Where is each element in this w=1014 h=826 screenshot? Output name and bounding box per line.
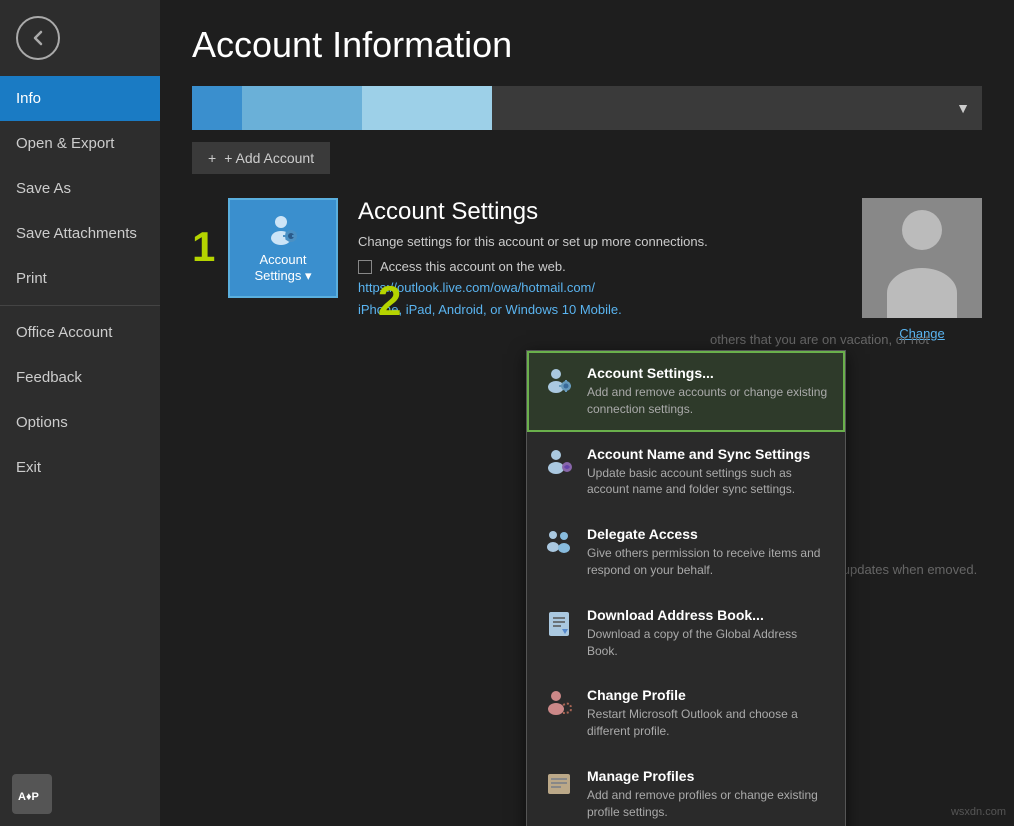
menu-item-manage-profiles[interactable]: Manage Profiles Add and remove profiles … — [527, 754, 845, 826]
step-1-number: 1 — [192, 226, 222, 268]
manage-profiles-desc: Add and remove profiles or change existi… — [587, 787, 829, 821]
sidebar-nav: Info Open & Export Save As Save Attachme… — [0, 76, 160, 762]
sidebar-item-save-as[interactable]: Save As — [0, 166, 160, 211]
access-row: Access this account on the web. — [358, 259, 862, 274]
add-account-label: + Add Account — [224, 150, 314, 166]
app-logo: A♦P — [12, 774, 52, 814]
watermark: wsxdn.com — [951, 806, 1006, 818]
access-web-checkbox[interactable] — [358, 260, 372, 274]
sidebar: Info Open & Export Save As Save Attachme… — [0, 0, 160, 826]
page-title: Account Information — [192, 24, 982, 66]
menu-item-account-settings[interactable]: Account Settings... Add and remove accou… — [527, 351, 845, 432]
account-settings-button[interactable]: AccountSettings ▾ — [228, 198, 338, 298]
download-address-book-icon — [543, 607, 575, 639]
download-address-book-text: Download Address Book... Download a copy… — [587, 607, 829, 660]
account-settings-menu-icon — [543, 365, 575, 397]
add-account-plus-icon: + — [208, 150, 216, 166]
change-profile-desc: Restart Microsoft Outlook and choose a d… — [587, 706, 829, 740]
account-settings-menu-text: Account Settings... Add and remove accou… — [587, 365, 829, 418]
sidebar-item-save-attachments[interactable]: Save Attachments — [0, 211, 160, 256]
account-name-sync-title: Account Name and Sync Settings — [587, 446, 829, 462]
account-settings-btn-label: AccountSettings ▾ — [254, 252, 311, 283]
sidebar-item-office-account[interactable]: Office Account — [0, 310, 160, 355]
sidebar-divider — [0, 305, 160, 306]
add-account-button[interactable]: + + Add Account — [192, 142, 330, 174]
profile-body — [887, 268, 957, 318]
dropdown-container: 2 Account Setting — [378, 250, 414, 322]
account-settings-menu-desc: Add and remove accounts or change existi… — [587, 384, 829, 418]
manage-profiles-icon — [543, 768, 575, 800]
back-button[interactable] — [8, 8, 68, 68]
manage-profiles-title: Manage Profiles — [587, 768, 829, 784]
account-settings-section: 1 — [192, 198, 982, 341]
sidebar-bottom: A♦P — [0, 762, 160, 826]
profile-head — [902, 210, 942, 250]
sidebar-item-print[interactable]: Print — [0, 256, 160, 301]
sidebar-item-exit[interactable]: Exit — [0, 445, 160, 490]
profile-picture — [862, 198, 982, 318]
account-color-blocks — [192, 86, 492, 130]
menu-item-download-address-book[interactable]: Download Address Book... Download a copy… — [527, 593, 845, 674]
account-dropdown[interactable]: ▼ — [492, 86, 982, 130]
svg-text:A♦P: A♦P — [18, 791, 39, 803]
change-profile-icon — [543, 687, 575, 719]
delegate-access-title: Delegate Access — [587, 526, 829, 542]
sidebar-item-open-export[interactable]: Open & Export — [0, 121, 160, 166]
delegate-access-desc: Give others permission to receive items … — [587, 545, 829, 579]
back-circle-icon — [16, 16, 60, 60]
color-block-1 — [192, 86, 242, 130]
account-name-sync-text: Account Name and Sync Settings Update ba… — [587, 446, 829, 499]
outlook-link[interactable]: https://outlook.live.com/owa/hotmail.com… — [358, 280, 862, 295]
dropdown-arrow-icon: ▼ — [956, 100, 970, 116]
account-name-sync-desc: Update basic account settings such as ac… — [587, 465, 829, 499]
menu-item-change-profile[interactable]: Change Profile Restart Microsoft Outlook… — [527, 673, 845, 754]
download-address-book-desc: Download a copy of the Global Address Bo… — [587, 626, 829, 660]
account-settings-icon — [265, 212, 301, 248]
account-settings-desc: Change settings for this account or set … — [358, 234, 862, 249]
menu-item-delegate-access[interactable]: Delegate Access Give others permission t… — [527, 512, 845, 593]
change-profile-text: Change Profile Restart Microsoft Outlook… — [587, 687, 829, 740]
main-content: Account Information ▼ + + Add Account 1 — [160, 0, 1014, 826]
sidebar-item-info[interactable]: Info — [0, 76, 160, 121]
manage-profiles-text: Manage Profiles Add and remove profiles … — [587, 768, 829, 821]
sidebar-item-feedback[interactable]: Feedback — [0, 355, 160, 400]
account-name-sync-icon — [543, 446, 575, 478]
profile-area: Change — [862, 198, 982, 341]
sidebar-item-options[interactable]: Options — [0, 400, 160, 445]
dropdown-menu: Account Settings... Add and remove accou… — [526, 350, 846, 826]
account-bar: ▼ — [192, 86, 982, 130]
change-profile-title: Change Profile — [587, 687, 829, 703]
delegate-access-icon — [543, 526, 575, 558]
color-block-2 — [242, 86, 362, 130]
download-address-book-title: Download Address Book... — [587, 607, 829, 623]
account-info-area: Account Settings Change settings for thi… — [358, 198, 862, 319]
menu-item-account-name-sync[interactable]: Account Name and Sync Settings Update ba… — [527, 432, 845, 513]
step-2-number: 2 — [378, 280, 408, 322]
color-block-3 — [362, 86, 492, 130]
delegate-access-text: Delegate Access Give others permission t… — [587, 526, 829, 579]
account-settings-title: Account Settings — [358, 198, 862, 226]
account-settings-menu-title: Account Settings... — [587, 365, 829, 381]
